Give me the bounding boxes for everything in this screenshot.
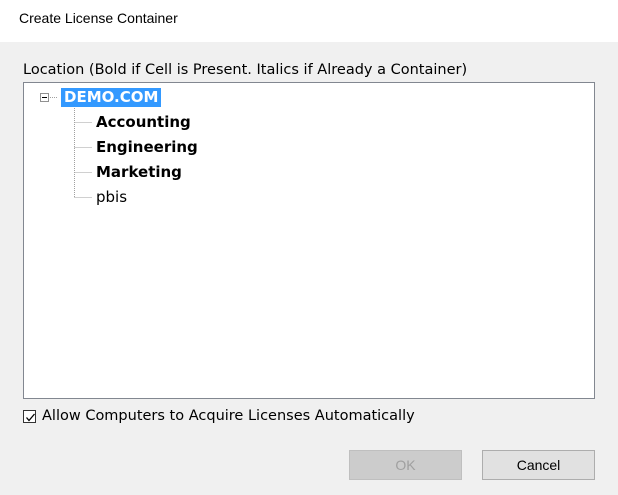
tree-collapse-icon[interactable] xyxy=(40,93,49,102)
cancel-button[interactable]: Cancel xyxy=(482,450,595,480)
tree-node-accounting[interactable]: Accounting xyxy=(94,113,193,132)
ok-button[interactable]: OK xyxy=(349,450,462,480)
window-title: Create License Container xyxy=(19,10,178,26)
auto-acquire-label[interactable]: Allow Computers to Acquire Licenses Auto… xyxy=(42,408,415,424)
tree-node-engineering[interactable]: Engineering xyxy=(94,138,200,157)
tree-node-root[interactable]: DEMO.COM xyxy=(61,88,162,107)
title-bar: Create License Container xyxy=(0,0,618,42)
tree-node-pbis[interactable]: pbis xyxy=(94,188,129,207)
location-tree[interactable]: DEMO.COM Accounting Engineering Marketin… xyxy=(23,82,595,399)
location-label: Location (Bold if Cell is Present. Itali… xyxy=(23,62,468,78)
auto-acquire-checkbox[interactable] xyxy=(23,410,36,423)
checkmark-icon xyxy=(26,413,35,422)
tree-node-marketing[interactable]: Marketing xyxy=(94,163,184,182)
